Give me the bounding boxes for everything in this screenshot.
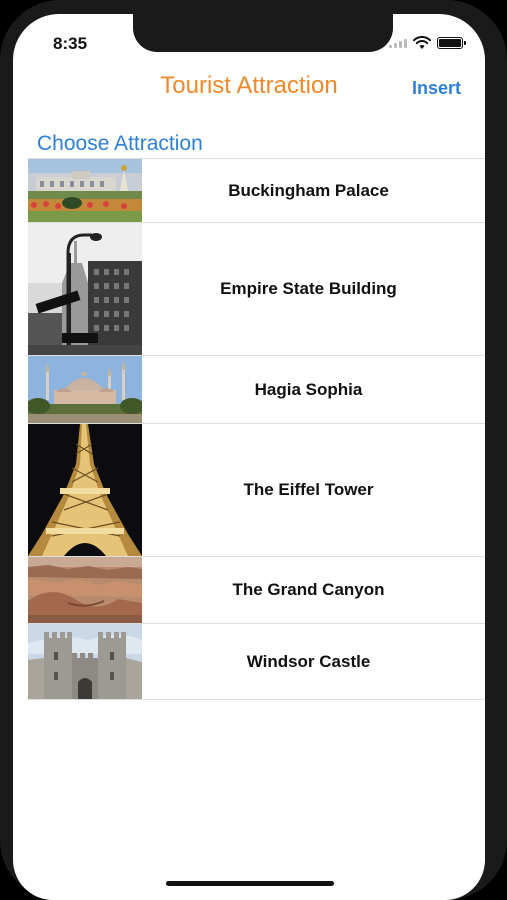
attraction-list: Buckingham Palace Empire State Building … — [28, 158, 485, 700]
attraction-label: The Eiffel Tower — [243, 480, 374, 499]
wifi-icon — [413, 36, 431, 49]
app-screen: 8:35 Tourist Attraction Insert Choose At… — [13, 14, 485, 900]
list-item[interactable]: The Eiffel Tower — [28, 424, 485, 557]
attraction-label: Windsor Castle — [246, 651, 371, 671]
status-icons — [389, 36, 466, 50]
device-notch — [133, 14, 393, 52]
list-item[interactable]: Hagia Sophia — [28, 356, 485, 424]
list-item[interactable]: The Grand Canyon — [28, 557, 485, 624]
empire-state-building-thumbnail — [28, 223, 142, 355]
attraction-label: Empire State Building — [220, 279, 397, 298]
section-header: Choose Attraction — [37, 132, 203, 155]
attraction-label: The Grand Canyon — [232, 580, 385, 599]
home-indicator[interactable] — [166, 881, 334, 886]
hagia-sophia-thumbnail — [28, 356, 142, 423]
list-item[interactable]: Empire State Building — [28, 223, 485, 356]
windsor-castle-thumbnail — [28, 624, 142, 699]
attraction-label: Buckingham Palace — [228, 180, 389, 200]
status-time: 8:35 — [53, 34, 88, 53]
list-item[interactable]: Windsor Castle — [28, 624, 485, 700]
list-item[interactable]: Buckingham Palace — [28, 159, 485, 223]
battery-icon — [437, 37, 466, 49]
grand-canyon-thumbnail — [28, 557, 142, 623]
attraction-label: Hagia Sophia — [254, 379, 363, 399]
cellular-signal-icon — [389, 38, 407, 48]
phone-frame: 8:35 Tourist Attraction Insert Choose At… — [0, 0, 507, 900]
eiffel-tower-thumbnail — [28, 424, 142, 556]
buckingham-palace-thumbnail — [28, 159, 142, 222]
insert-button[interactable]: Insert — [412, 78, 461, 99]
